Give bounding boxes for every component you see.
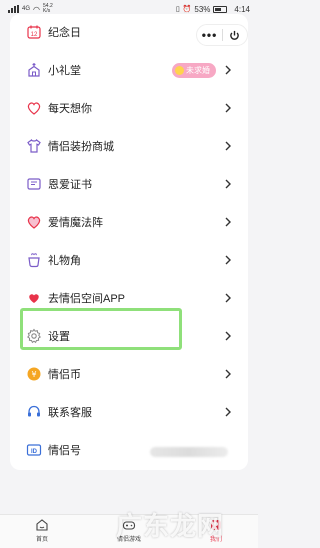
chevron-right-icon [224, 103, 232, 113]
menu-label: 纪念日 [48, 27, 81, 39]
calendar-heart-icon: 12 [26, 24, 42, 40]
menu-label: 爱情魔法阵 [48, 217, 103, 229]
svg-text:¥: ¥ [31, 370, 36, 379]
menu-label: 每天想你 [48, 103, 92, 115]
heart-app-icon [26, 290, 42, 306]
tab-home[interactable]: 首页 [17, 518, 67, 543]
chevron-right-icon [224, 217, 232, 227]
menu-row-anniversary[interactable]: 12 纪念日 [10, 13, 248, 51]
menu-label: 礼物角 [48, 255, 81, 267]
menu-row-gift-corner[interactable]: 礼物角 [10, 241, 248, 279]
menu-label: 情侣币 [48, 369, 81, 381]
menu-row-miss-you[interactable]: 每天想你 [10, 89, 248, 127]
menu-row-dress-up-store[interactable]: 情侣装扮商城 [10, 127, 248, 165]
badge-label: 未求婚 [186, 65, 210, 75]
couple-id-value-redacted [150, 447, 228, 457]
menu-label: 恩爱证书 [48, 179, 92, 191]
heart-icon [26, 100, 42, 116]
battery-icon [213, 5, 228, 13]
vibrate-icon: ▯ [175, 6, 180, 13]
home-icon [36, 519, 48, 531]
menu-row-love-magic[interactable]: 爱情魔法阵 [10, 203, 248, 241]
menu-label: 联系客服 [48, 407, 92, 419]
menu-label: 去情侣空间APP [48, 293, 126, 305]
svg-text:12: 12 [31, 32, 38, 38]
menu-label: 设置 [48, 331, 70, 343]
menu-row-couple-space-app[interactable]: 去情侣空间APP [10, 279, 248, 317]
tab-label: 首页 [35, 537, 48, 543]
menu-row-customer-service[interactable]: 联系客服 [10, 393, 248, 431]
tshirt-icon [26, 138, 42, 154]
menu-label: 小礼堂 [48, 65, 81, 77]
proposal-status-badge: 未求婚 [172, 62, 216, 78]
menu-row-love-certificate[interactable]: 恩爱证书 [10, 165, 248, 203]
emoji-icon [175, 65, 184, 75]
certificate-icon [26, 176, 42, 192]
menu-label: 情侣号 [48, 445, 81, 457]
gift-cup-icon [26, 252, 42, 268]
headset-icon [26, 404, 42, 420]
chevron-right-icon [224, 255, 232, 265]
heart-magic-icon [26, 214, 42, 230]
watermark-text: 广东龙网 [116, 512, 225, 542]
menu-row-couple-coins[interactable]: ¥ 情侣币 [10, 355, 248, 393]
chevron-right-icon [224, 369, 232, 379]
gear-icon [26, 328, 42, 344]
network-type: 4G [22, 6, 31, 12]
alarm-icon: ⏰ [182, 6, 192, 13]
chevron-right-icon [224, 293, 232, 303]
chapel-icon [26, 62, 42, 78]
chevron-right-icon [224, 179, 232, 189]
chevron-right-icon [224, 331, 232, 341]
id-card-icon: ID [26, 442, 42, 458]
coin-icon: ¥ [26, 366, 42, 382]
menu-row-chapel[interactable]: 小礼堂 未求婚 [10, 51, 248, 89]
chevron-right-icon [224, 141, 232, 151]
chevron-right-icon [224, 407, 232, 417]
svg-text:ID: ID [31, 449, 38, 455]
menu-row-settings[interactable]: 设置 [10, 317, 248, 355]
chevron-right-icon [224, 65, 232, 75]
menu-label: 情侣装扮商城 [48, 141, 114, 153]
signal-icon [8, 5, 19, 13]
